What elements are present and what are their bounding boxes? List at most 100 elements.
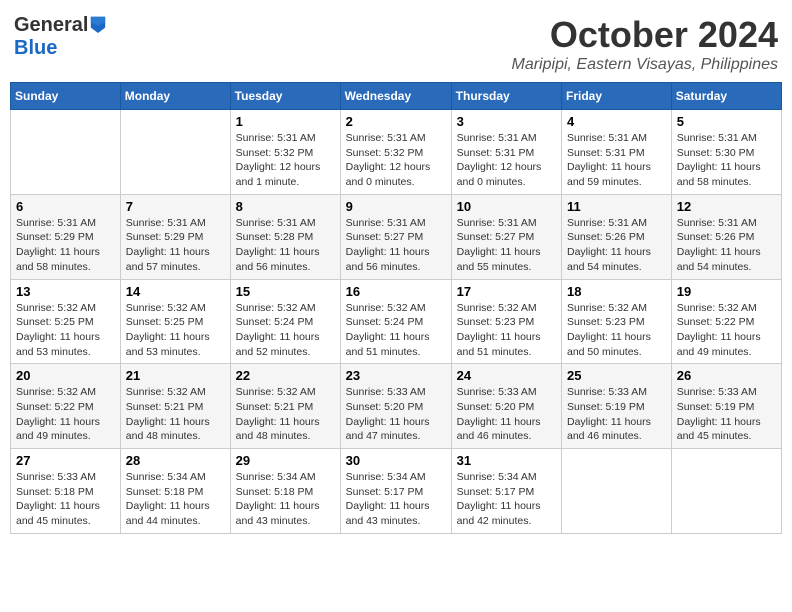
logo: General Blue	[14, 14, 107, 60]
calendar-day-header: Friday	[562, 83, 672, 110]
calendar-cell	[120, 110, 230, 195]
calendar-cell: 19 Sunrise: 5:32 AM Sunset: 5:22 PM Dayli…	[671, 279, 781, 364]
day-number: 25	[567, 368, 666, 383]
day-number: 14	[126, 284, 225, 299]
day-number: 20	[16, 368, 115, 383]
day-number: 6	[16, 199, 115, 214]
title-area: October 2024 Maripipi, Eastern Visayas, …	[512, 14, 779, 74]
calendar-header-row: SundayMondayTuesdayWednesdayThursdayFrid…	[11, 83, 782, 110]
calendar-cell: 10 Sunrise: 5:31 AM Sunset: 5:27 PM Dayli…	[451, 194, 561, 279]
calendar-cell: 14 Sunrise: 5:32 AM Sunset: 5:25 PM Dayli…	[120, 279, 230, 364]
day-info: Sunrise: 5:31 AM Sunset: 5:30 PM Dayligh…	[677, 131, 776, 190]
day-info: Sunrise: 5:32 AM Sunset: 5:24 PM Dayligh…	[346, 301, 446, 360]
day-info: Sunrise: 5:31 AM Sunset: 5:32 PM Dayligh…	[346, 131, 446, 190]
day-info: Sunrise: 5:33 AM Sunset: 5:19 PM Dayligh…	[677, 385, 776, 444]
day-info: Sunrise: 5:32 AM Sunset: 5:25 PM Dayligh…	[126, 301, 225, 360]
day-info: Sunrise: 5:33 AM Sunset: 5:19 PM Dayligh…	[567, 385, 666, 444]
calendar-cell: 31 Sunrise: 5:34 AM Sunset: 5:17 PM Dayli…	[451, 449, 561, 534]
day-info: Sunrise: 5:34 AM Sunset: 5:18 PM Dayligh…	[236, 470, 335, 529]
calendar-cell: 18Sunrise: 5:32 AM Sunset: 5:23 PM Dayli…	[562, 279, 672, 364]
calendar-cell: 6Sunrise: 5:31 AM Sunset: 5:29 PM Daylig…	[11, 194, 121, 279]
calendar-cell: 24 Sunrise: 5:33 AM Sunset: 5:20 PM Dayli…	[451, 364, 561, 449]
day-number: 19	[677, 284, 776, 299]
month-title: October 2024	[512, 14, 779, 56]
calendar-day-header: Thursday	[451, 83, 561, 110]
day-number: 30	[346, 453, 446, 468]
calendar-cell: 5 Sunrise: 5:31 AM Sunset: 5:30 PM Daylig…	[671, 110, 781, 195]
day-info: Sunrise: 5:31 AM Sunset: 5:26 PM Dayligh…	[677, 216, 776, 275]
calendar-week-row: 13 Sunrise: 5:32 AM Sunset: 5:25 PM Dayli…	[11, 279, 782, 364]
day-number: 24	[457, 368, 556, 383]
header: General Blue October 2024 Maripipi, East…	[10, 10, 782, 74]
calendar-day-header: Tuesday	[230, 83, 340, 110]
calendar-cell	[11, 110, 121, 195]
day-info: Sunrise: 5:32 AM Sunset: 5:22 PM Dayligh…	[677, 301, 776, 360]
calendar-cell: 29 Sunrise: 5:34 AM Sunset: 5:18 PM Dayli…	[230, 449, 340, 534]
calendar-week-row: 27 Sunrise: 5:33 AM Sunset: 5:18 PM Dayli…	[11, 449, 782, 534]
calendar-cell: 13 Sunrise: 5:32 AM Sunset: 5:25 PM Dayli…	[11, 279, 121, 364]
day-info: Sunrise: 5:32 AM Sunset: 5:24 PM Dayligh…	[236, 301, 335, 360]
day-number: 11	[567, 199, 666, 214]
day-info: Sunrise: 5:31 AM Sunset: 5:27 PM Dayligh…	[457, 216, 556, 275]
day-info: Sunrise: 5:32 AM Sunset: 5:22 PM Dayligh…	[16, 385, 115, 444]
calendar-cell: 27 Sunrise: 5:33 AM Sunset: 5:18 PM Dayli…	[11, 449, 121, 534]
day-info: Sunrise: 5:34 AM Sunset: 5:17 PM Dayligh…	[346, 470, 446, 529]
day-info: Sunrise: 5:32 AM Sunset: 5:25 PM Dayligh…	[16, 301, 115, 360]
calendar-cell: 25 Sunrise: 5:33 AM Sunset: 5:19 PM Dayli…	[562, 364, 672, 449]
day-number: 2	[346, 114, 446, 129]
calendar-week-row: 20 Sunrise: 5:32 AM Sunset: 5:22 PM Dayli…	[11, 364, 782, 449]
calendar-cell: 26Sunrise: 5:33 AM Sunset: 5:19 PM Dayli…	[671, 364, 781, 449]
day-number: 15	[236, 284, 335, 299]
day-number: 17	[457, 284, 556, 299]
day-info: Sunrise: 5:32 AM Sunset: 5:21 PM Dayligh…	[236, 385, 335, 444]
day-number: 23	[346, 368, 446, 383]
day-number: 8	[236, 199, 335, 214]
calendar-cell: 22Sunrise: 5:32 AM Sunset: 5:21 PM Dayli…	[230, 364, 340, 449]
calendar-cell: 7 Sunrise: 5:31 AM Sunset: 5:29 PM Daylig…	[120, 194, 230, 279]
day-info: Sunrise: 5:33 AM Sunset: 5:20 PM Dayligh…	[457, 385, 556, 444]
day-number: 31	[457, 453, 556, 468]
day-number: 21	[126, 368, 225, 383]
day-info: Sunrise: 5:32 AM Sunset: 5:21 PM Dayligh…	[126, 385, 225, 444]
day-info: Sunrise: 5:31 AM Sunset: 5:27 PM Dayligh…	[346, 216, 446, 275]
calendar-cell: 15 Sunrise: 5:32 AM Sunset: 5:24 PM Dayli…	[230, 279, 340, 364]
day-info: Sunrise: 5:34 AM Sunset: 5:17 PM Dayligh…	[457, 470, 556, 529]
day-info: Sunrise: 5:33 AM Sunset: 5:18 PM Dayligh…	[16, 470, 115, 529]
day-info: Sunrise: 5:32 AM Sunset: 5:23 PM Dayligh…	[457, 301, 556, 360]
day-number: 13	[16, 284, 115, 299]
calendar-cell	[671, 449, 781, 534]
calendar-cell: 16 Sunrise: 5:32 AM Sunset: 5:24 PM Dayli…	[340, 279, 451, 364]
calendar-cell: 28Sunrise: 5:34 AM Sunset: 5:18 PM Dayli…	[120, 449, 230, 534]
day-number: 10	[457, 199, 556, 214]
day-number: 1	[236, 114, 335, 129]
calendar-cell: 21 Sunrise: 5:32 AM Sunset: 5:21 PM Dayli…	[120, 364, 230, 449]
day-info: Sunrise: 5:31 AM Sunset: 5:26 PM Dayligh…	[567, 216, 666, 275]
calendar-day-header: Monday	[120, 83, 230, 110]
calendar-day-header: Wednesday	[340, 83, 451, 110]
day-number: 27	[16, 453, 115, 468]
calendar-cell: 12 Sunrise: 5:31 AM Sunset: 5:26 PM Dayli…	[671, 194, 781, 279]
day-info: Sunrise: 5:31 AM Sunset: 5:29 PM Dayligh…	[126, 216, 225, 275]
location-title: Maripipi, Eastern Visayas, Philippines	[512, 56, 779, 74]
day-number: 29	[236, 453, 335, 468]
calendar-cell: 20 Sunrise: 5:32 AM Sunset: 5:22 PM Dayli…	[11, 364, 121, 449]
day-info: Sunrise: 5:31 AM Sunset: 5:31 PM Dayligh…	[567, 131, 666, 190]
day-info: Sunrise: 5:31 AM Sunset: 5:31 PM Dayligh…	[457, 131, 556, 190]
day-number: 4	[567, 114, 666, 129]
day-info: Sunrise: 5:32 AM Sunset: 5:23 PM Dayligh…	[567, 301, 666, 360]
calendar: SundayMondayTuesdayWednesdayThursdayFrid…	[10, 82, 782, 534]
day-info: Sunrise: 5:31 AM Sunset: 5:28 PM Dayligh…	[236, 216, 335, 275]
logo-blue-text: Blue	[14, 37, 57, 59]
calendar-week-row: 1 Sunrise: 5:31 AM Sunset: 5:32 PM Daylig…	[11, 110, 782, 195]
calendar-cell: 3Sunrise: 5:31 AM Sunset: 5:31 PM Daylig…	[451, 110, 561, 195]
day-number: 9	[346, 199, 446, 214]
day-number: 5	[677, 114, 776, 129]
day-info: Sunrise: 5:31 AM Sunset: 5:32 PM Dayligh…	[236, 131, 335, 190]
calendar-cell: 23 Sunrise: 5:33 AM Sunset: 5:20 PM Dayli…	[340, 364, 451, 449]
day-number: 12	[677, 199, 776, 214]
logo-icon	[89, 15, 107, 33]
day-info: Sunrise: 5:33 AM Sunset: 5:20 PM Dayligh…	[346, 385, 446, 444]
day-number: 28	[126, 453, 225, 468]
day-number: 16	[346, 284, 446, 299]
day-number: 7	[126, 199, 225, 214]
